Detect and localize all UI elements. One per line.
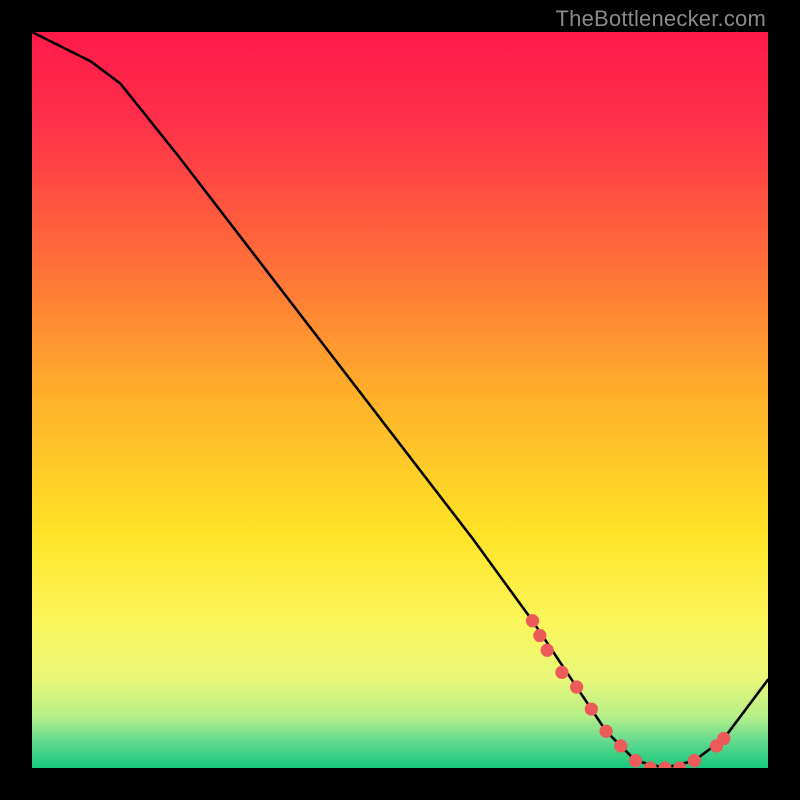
- marker-point: [526, 614, 539, 627]
- curve-path: [32, 32, 768, 768]
- marker-point: [570, 680, 583, 693]
- watermark-text: TheBottlenecker.com: [556, 6, 766, 32]
- marker-point: [541, 644, 554, 657]
- marker-group: [526, 614, 731, 768]
- marker-point: [614, 739, 627, 752]
- chart-stage: TheBottlenecker.com: [0, 0, 800, 800]
- marker-point: [533, 629, 546, 642]
- curve-layer: [32, 32, 768, 768]
- marker-point: [658, 761, 671, 768]
- marker-point: [585, 702, 598, 715]
- marker-point: [629, 754, 642, 767]
- marker-point: [688, 754, 701, 767]
- marker-point: [717, 732, 730, 745]
- plot-area: [32, 32, 768, 768]
- marker-point: [599, 725, 612, 738]
- marker-point: [555, 666, 568, 679]
